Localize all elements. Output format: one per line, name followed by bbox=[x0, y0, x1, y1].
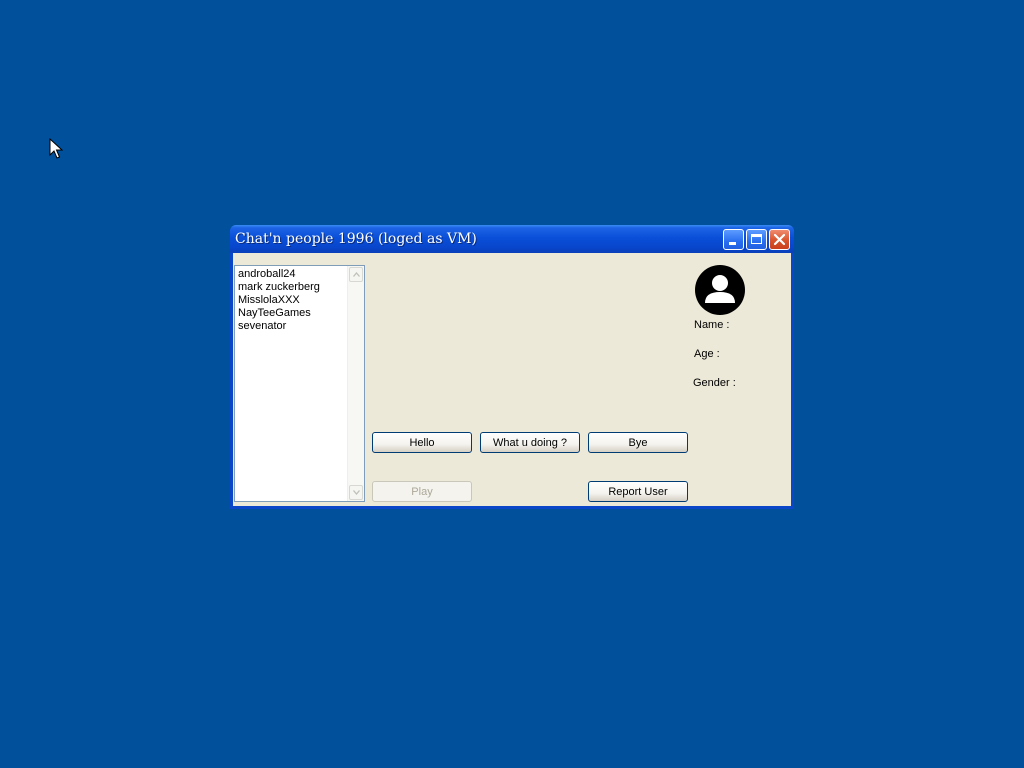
title-bar[interactable]: Chat'n people 1996 (loged as VM) bbox=[230, 225, 794, 253]
profile-name-label: Name : bbox=[694, 319, 730, 331]
close-icon bbox=[773, 233, 786, 246]
hello-button[interactable]: Hello bbox=[372, 432, 472, 453]
maximize-button[interactable] bbox=[746, 229, 767, 250]
maximize-icon bbox=[751, 234, 762, 244]
profile-age-label: Age : bbox=[694, 348, 720, 360]
window-title: Chat'n people 1996 (loged as VM) bbox=[235, 231, 477, 247]
list-item-user[interactable]: sevenator bbox=[238, 320, 364, 333]
list-item-user[interactable]: androball24 bbox=[238, 268, 364, 281]
report-user-button[interactable]: Report User bbox=[588, 481, 688, 502]
user-avatar-icon bbox=[695, 265, 745, 315]
play-button[interactable]: Play bbox=[372, 481, 472, 502]
close-button[interactable] bbox=[769, 229, 790, 250]
bye-button[interactable]: Bye bbox=[588, 432, 688, 453]
chat-window: Chat'n people 1996 (loged as VM) androba… bbox=[230, 225, 794, 509]
scroll-up-icon bbox=[353, 272, 360, 277]
list-item-user[interactable]: mark zuckerberg bbox=[238, 281, 364, 294]
profile-gender-label: Gender : bbox=[693, 377, 736, 389]
arrow-cursor-icon bbox=[49, 138, 63, 159]
user-list-items: androball24 mark zuckerberg MisslolaXXX … bbox=[235, 266, 364, 333]
minimize-button[interactable] bbox=[723, 229, 744, 250]
scroll-down-button[interactable] bbox=[349, 485, 363, 500]
scroll-up-button[interactable] bbox=[349, 267, 363, 282]
user-list-scrollbar[interactable] bbox=[347, 266, 364, 501]
what-u-doing-button[interactable]: What u doing ? bbox=[480, 432, 580, 453]
window-client-area: androball24 mark zuckerberg MisslolaXXX … bbox=[233, 253, 791, 506]
scroll-down-icon bbox=[353, 490, 360, 495]
list-item-user[interactable]: MisslolaXXX bbox=[238, 294, 364, 307]
minimize-icon bbox=[729, 242, 736, 245]
list-item-user[interactable]: NayTeeGames bbox=[238, 307, 364, 320]
user-list[interactable]: androball24 mark zuckerberg MisslolaXXX … bbox=[234, 265, 365, 502]
